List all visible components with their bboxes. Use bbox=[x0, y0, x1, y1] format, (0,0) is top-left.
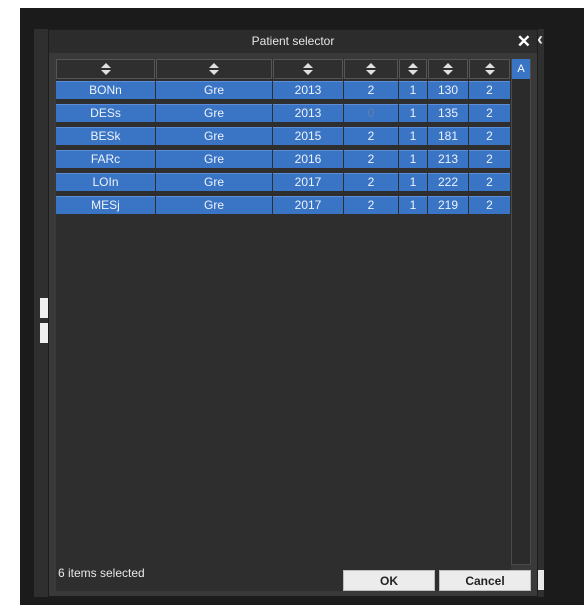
sort-both-icon bbox=[209, 63, 219, 75]
cell-c7: 2 bbox=[469, 127, 510, 145]
cell-c5: 1 bbox=[399, 104, 427, 122]
background-tab-2[interactable] bbox=[40, 323, 48, 343]
cell-c4: 2 bbox=[344, 150, 398, 168]
cell-site: Gre bbox=[156, 196, 272, 214]
a-button[interactable]: A bbox=[512, 59, 530, 79]
cell-name: FARc bbox=[56, 150, 155, 168]
cancel-button[interactable]: Cancel bbox=[439, 570, 531, 591]
sort-both-icon bbox=[443, 63, 453, 75]
sort-both-icon bbox=[484, 63, 495, 75]
cell-c7: 2 bbox=[469, 150, 510, 168]
cell-site: Gre bbox=[156, 127, 272, 145]
cell-c7: 2 bbox=[469, 173, 510, 191]
cell-c5: 1 bbox=[399, 81, 427, 99]
column-header-5[interactable] bbox=[399, 59, 427, 79]
cell-c5: 1 bbox=[399, 196, 427, 214]
cell-site: Gre bbox=[156, 104, 272, 122]
cell-c4: 0 bbox=[344, 104, 398, 122]
sort-both-icon bbox=[100, 63, 111, 75]
background-tab-1[interactable] bbox=[40, 298, 48, 318]
cell-name: BONn bbox=[56, 81, 155, 99]
column-header-2[interactable] bbox=[156, 59, 272, 79]
sort-both-icon bbox=[408, 63, 418, 75]
cell-name: DESs bbox=[56, 104, 155, 122]
cell-c6: 135 bbox=[428, 104, 468, 122]
table-header bbox=[56, 59, 511, 79]
cell-c6: 219 bbox=[428, 196, 468, 214]
column-header-3[interactable] bbox=[273, 59, 343, 79]
cell-c6: 222 bbox=[428, 173, 468, 191]
scrollbar[interactable] bbox=[511, 59, 531, 565]
cell-site: Gre bbox=[156, 173, 272, 191]
cell-name: BESk bbox=[56, 127, 155, 145]
cell-year: 2013 bbox=[273, 104, 343, 122]
cell-year: 2013 bbox=[273, 81, 343, 99]
patient-selector-dialog: Patient selector ✕ BONn Gre 2013 2 1 130 2 DESs… bbox=[48, 29, 538, 597]
cell-c6: 213 bbox=[428, 150, 468, 168]
column-header-1[interactable] bbox=[56, 59, 155, 79]
ok-button[interactable]: OK bbox=[343, 570, 435, 591]
dialog-titlebar: Patient selector ✕ bbox=[49, 30, 537, 53]
table-row[interactable]: DESs Gre 2013 0 1 135 2 bbox=[56, 104, 511, 122]
cell-c5: 1 bbox=[399, 150, 427, 168]
cell-c5: 1 bbox=[399, 173, 427, 191]
cell-year: 2015 bbox=[273, 127, 343, 145]
cell-c7: 2 bbox=[469, 104, 510, 122]
table-row[interactable]: FARc Gre 2016 2 1 213 2 bbox=[56, 150, 511, 168]
table-row[interactable]: BONn Gre 2013 2 1 130 2 bbox=[56, 81, 511, 99]
background-button-edge[interactable] bbox=[538, 570, 544, 590]
cell-name: MESj bbox=[56, 196, 155, 214]
dialog-title: Patient selector bbox=[251, 34, 335, 48]
table-row[interactable]: MESj Gre 2017 2 1 219 2 bbox=[56, 196, 511, 214]
sort-both-icon bbox=[366, 63, 376, 75]
sort-both-icon bbox=[303, 63, 313, 75]
cell-year: 2017 bbox=[273, 173, 343, 191]
cell-site: Gre bbox=[156, 81, 272, 99]
cell-name: LOIn bbox=[56, 173, 155, 191]
cell-site: Gre bbox=[156, 150, 272, 168]
cell-year: 2016 bbox=[273, 150, 343, 168]
cell-c6: 130 bbox=[428, 81, 468, 99]
cell-c4: 2 bbox=[344, 127, 398, 145]
cell-c6: 181 bbox=[428, 127, 468, 145]
selection-status: 6 items selected bbox=[58, 566, 145, 580]
close-icon[interactable]: ✕ bbox=[517, 31, 531, 52]
table-row[interactable]: LOIn Gre 2017 2 1 222 2 bbox=[56, 173, 511, 191]
column-header-4[interactable] bbox=[344, 59, 398, 79]
column-header-6[interactable] bbox=[428, 59, 468, 79]
cell-year: 2017 bbox=[273, 196, 343, 214]
patient-table: BONn Gre 2013 2 1 130 2 DESs Gre 2013 0 1 135 2 BESk Gr… bbox=[56, 59, 511, 591]
table-row[interactable]: BESk Gre 2015 2 1 181 2 bbox=[56, 127, 511, 145]
column-header-7[interactable] bbox=[469, 59, 510, 79]
cell-c4: 2 bbox=[344, 81, 398, 99]
cell-c4: 2 bbox=[344, 173, 398, 191]
cell-c7: 2 bbox=[469, 196, 510, 214]
cell-c4: 2 bbox=[344, 196, 398, 214]
cell-c5: 1 bbox=[399, 127, 427, 145]
cell-c7: 2 bbox=[469, 81, 510, 99]
